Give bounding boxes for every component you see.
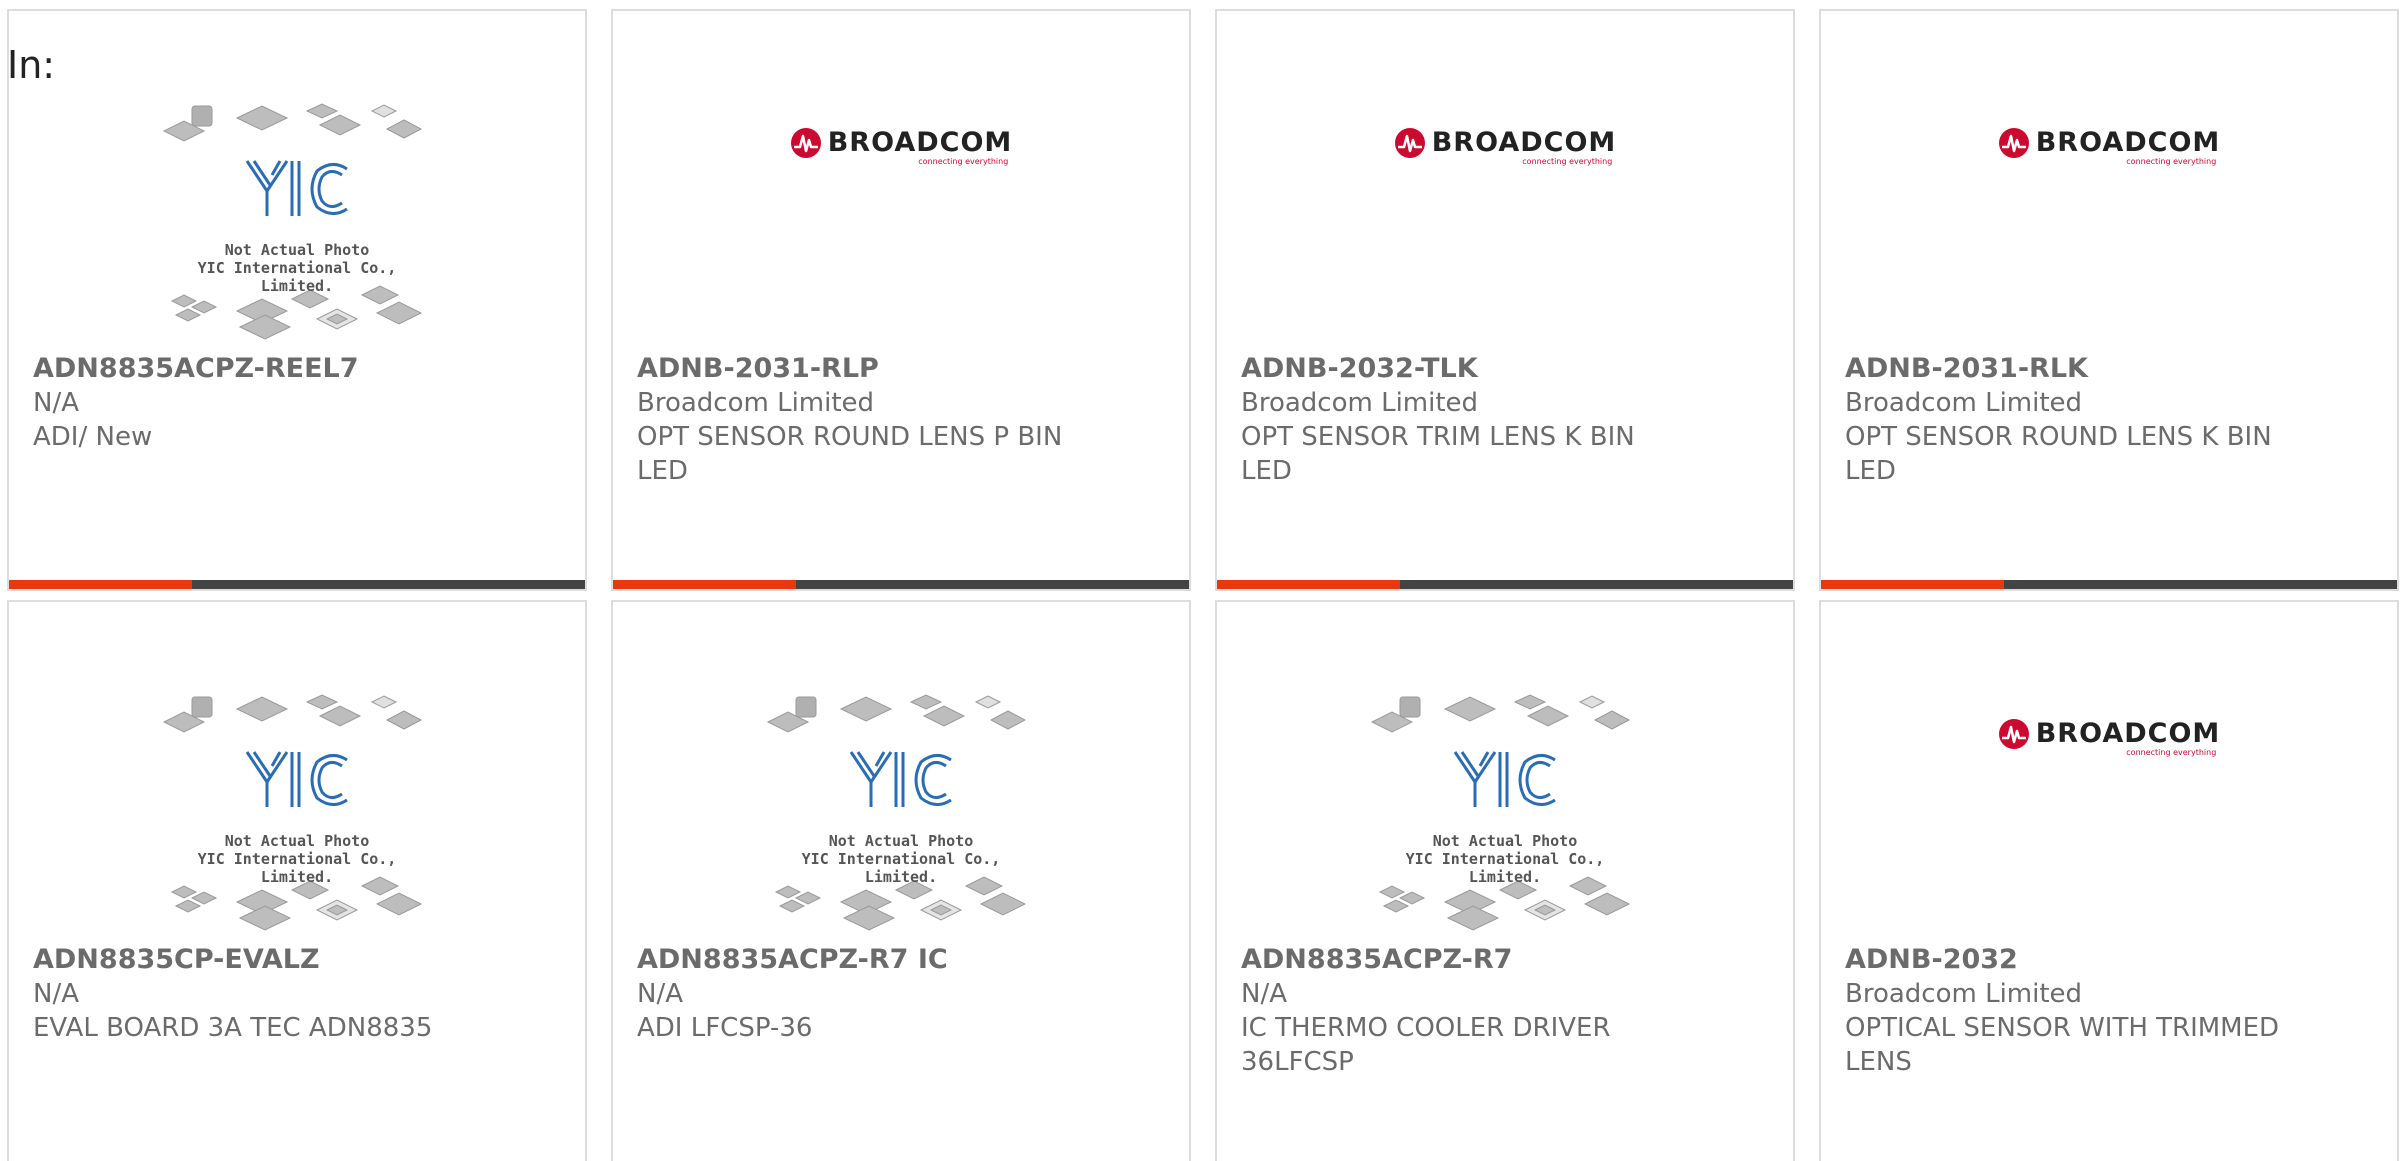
broadcom-tagline: connecting everything	[2126, 156, 2217, 166]
placeholder-caption: Not Actual Photo YIC International Co., …	[1370, 832, 1640, 886]
chip-collage-icon	[766, 694, 1027, 931]
card-accent-bar	[1821, 580, 2397, 589]
placeholder-caption: Not Actual Photo YIC International Co., …	[162, 832, 432, 886]
manufacturer: Broadcom Limited	[1241, 388, 1479, 418]
manufacturer: N/A	[33, 979, 79, 1009]
product-info: ADN8835ACPZ-REEL7 N/A ADI/ New	[33, 352, 485, 454]
part-number-link[interactable]: ADNB-2031-RLP	[637, 352, 1089, 386]
broadcom-pulse-icon	[1998, 127, 2029, 158]
chip-collage-icon	[162, 694, 423, 931]
description: IC THERMO COOLER DRIVER 36LFCSP	[1241, 1013, 1611, 1077]
chip-collage-icon	[1370, 694, 1631, 931]
product-image[interactable]: BROADCOM connecting everything	[1821, 682, 2397, 942]
not-actual-photo-image: Not Actual Photo YIC International Co., …	[162, 101, 432, 341]
product-image[interactable]: Not Actual Photo YIC International Co., …	[1217, 682, 1793, 942]
placeholder-caption: Not Actual Photo YIC International Co., …	[766, 832, 1036, 886]
description: OPT SENSOR ROUND LENS K BIN LED	[1845, 422, 2272, 486]
product-card[interactable]: Not Actual Photo YIC International Co., …	[7, 9, 587, 591]
card-accent-segment	[1217, 580, 1400, 589]
product-card[interactable]: BROADCOM connecting everything ADNB-2031…	[611, 9, 1191, 591]
product-image[interactable]: Not Actual Photo YIC International Co., …	[9, 91, 585, 351]
manufacturer: N/A	[637, 979, 683, 1009]
card-accent-bar	[9, 580, 585, 589]
product-card[interactable]: BROADCOM connecting everything ADNB-2032…	[1819, 600, 2399, 1161]
broadcom-wordmark: BROADCOM	[1431, 127, 1617, 158]
manufacturer: Broadcom Limited	[637, 388, 875, 418]
product-info: ADN8835CP-EVALZ N/A EVAL BOARD 3A TEC ADN8…	[33, 943, 485, 1045]
broadcom-tagline: connecting everything	[1522, 156, 1613, 166]
broadcom-wordmark: BROADCOM	[827, 127, 1013, 158]
product-info: ADNB-2031-RLK Broadcom Limited OPT SENSOR …	[1845, 352, 2297, 488]
broadcom-logo: BROADCOM connecting everything	[1394, 127, 1617, 166]
not-actual-photo-image: Not Actual Photo YIC International Co., …	[1370, 692, 1640, 932]
placeholder-line2: YIC International Co., Limited.	[801, 850, 1001, 886]
placeholder-line2: YIC International Co., Limited.	[1405, 850, 1605, 886]
description: EVAL BOARD 3A TEC ADN8835	[33, 1013, 433, 1043]
placeholder-line1: Not Actual Photo	[828, 832, 974, 850]
placeholder-line2: YIC International Co., Limited.	[197, 259, 397, 295]
product-card[interactable]: Not Actual Photo YIC International Co., …	[1215, 600, 1795, 1161]
manufacturer: Broadcom Limited	[1845, 388, 2083, 418]
part-number-link[interactable]: ADN8835ACPZ-REEL7	[33, 352, 485, 386]
part-number-link[interactable]: ADNB-2031-RLK	[1845, 352, 2297, 386]
broadcom-logo: BROADCOM connecting everything	[1998, 718, 2221, 757]
in-label: In:	[7, 43, 56, 87]
product-info: ADNB-2032-TLK Broadcom Limited OPT SENSOR …	[1241, 352, 1693, 488]
description: OPT SENSOR TRIM LENS K BIN LED	[1241, 422, 1635, 486]
product-image[interactable]: Not Actual Photo YIC International Co., …	[613, 682, 1189, 942]
product-image[interactable]: BROADCOM connecting everything	[1217, 91, 1793, 351]
product-image[interactable]: BROADCOM connecting everything	[1821, 91, 2397, 351]
description: ADI/ New	[33, 422, 153, 452]
placeholder-line1: Not Actual Photo	[1432, 832, 1578, 850]
product-info: ADN8835ACPZ-R7 N/A IC THERMO COOLER DRIVER…	[1241, 943, 1693, 1079]
broadcom-tagline: connecting everything	[918, 156, 1009, 166]
chip-collage-icon	[162, 103, 423, 340]
description: OPTICAL SENSOR WITH TRIMMED LENS	[1845, 1013, 2280, 1077]
product-image[interactable]: Not Actual Photo YIC International Co., …	[9, 682, 585, 942]
broadcom-pulse-icon	[1998, 718, 2029, 749]
placeholder-line2: YIC International Co., Limited.	[197, 850, 397, 886]
description: OPT SENSOR ROUND LENS P BIN LED	[637, 422, 1063, 486]
card-accent-bar	[613, 580, 1189, 589]
not-actual-photo-image: Not Actual Photo YIC International Co., …	[162, 692, 432, 932]
part-number-link[interactable]: ADNB-2032	[1845, 943, 2297, 977]
card-accent-segment	[9, 580, 192, 589]
broadcom-logo: BROADCOM connecting everything	[1998, 127, 2221, 166]
product-card[interactable]: BROADCOM connecting everything ADNB-2032…	[1215, 9, 1795, 591]
broadcom-wordmark: BROADCOM	[2035, 718, 2221, 749]
product-card[interactable]: Not Actual Photo YIC International Co., …	[611, 600, 1191, 1161]
product-image[interactable]: BROADCOM connecting everything	[613, 91, 1189, 351]
product-card[interactable]: Not Actual Photo YIC International Co., …	[7, 600, 587, 1161]
card-accent-segment	[613, 580, 796, 589]
not-actual-photo-image: Not Actual Photo YIC International Co., …	[766, 692, 1036, 932]
manufacturer: N/A	[33, 388, 79, 418]
product-info: ADN8835ACPZ-R7 IC N/A ADI LFCSP-36	[637, 943, 1089, 1045]
page: In: Not Actual Photo YIC International C…	[0, 0, 2400, 1161]
broadcom-logo: BROADCOM connecting everything	[790, 127, 1013, 166]
manufacturer: Broadcom Limited	[1845, 979, 2083, 1009]
part-number-link[interactable]: ADNB-2032-TLK	[1241, 352, 1693, 386]
product-info: ADNB-2032 Broadcom Limited OPTICAL SENSOR …	[1845, 943, 2297, 1079]
card-accent-bar	[1217, 580, 1793, 589]
broadcom-pulse-icon	[1394, 127, 1425, 158]
broadcom-tagline: connecting everything	[2126, 747, 2217, 757]
placeholder-line1: Not Actual Photo	[224, 241, 370, 259]
product-card[interactable]: BROADCOM connecting everything ADNB-2031…	[1819, 9, 2399, 591]
broadcom-pulse-icon	[790, 127, 821, 158]
part-number-link[interactable]: ADN8835ACPZ-R7 IC	[637, 943, 1089, 977]
placeholder-line1: Not Actual Photo	[224, 832, 370, 850]
card-accent-segment	[1821, 580, 2004, 589]
product-info: ADNB-2031-RLP Broadcom Limited OPT SENSOR …	[637, 352, 1089, 488]
manufacturer: N/A	[1241, 979, 1287, 1009]
placeholder-caption: Not Actual Photo YIC International Co., …	[162, 241, 432, 295]
description: ADI LFCSP-36	[637, 1013, 813, 1043]
product-grid: Not Actual Photo YIC International Co., …	[7, 9, 2399, 1161]
part-number-link[interactable]: ADN8835CP-EVALZ	[33, 943, 485, 977]
broadcom-wordmark: BROADCOM	[2035, 127, 2221, 158]
part-number-link[interactable]: ADN8835ACPZ-R7	[1241, 943, 1693, 977]
